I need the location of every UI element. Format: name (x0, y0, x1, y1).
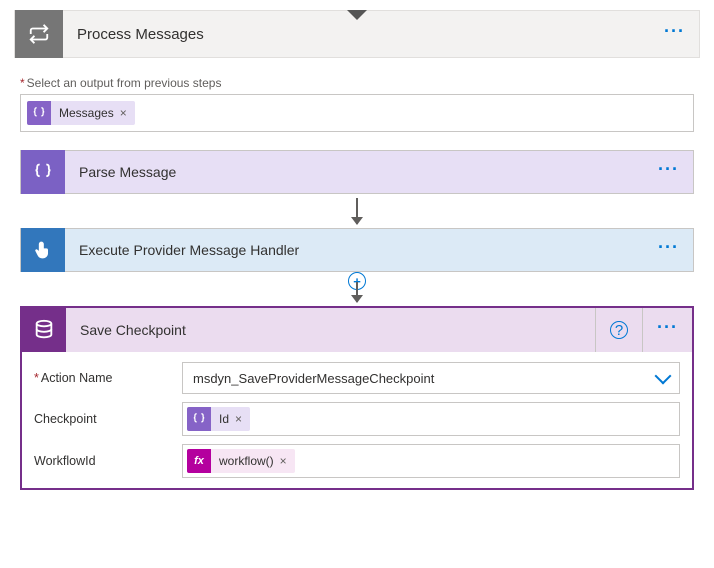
chevron-down-icon (655, 368, 672, 385)
execute-provider-title: Execute Provider Message Handler (65, 242, 644, 258)
execute-provider-step[interactable]: Execute Provider Message Handler ··· (20, 228, 694, 272)
braces-icon (27, 101, 51, 125)
output-label: *Select an output from previous steps (20, 76, 694, 90)
connector-arrow (20, 194, 694, 228)
workflowid-label: WorkflowId (34, 454, 182, 468)
loop-header: Process Messages ··· (14, 10, 700, 58)
messages-token[interactable]: Messages× (27, 101, 135, 125)
save-more-menu[interactable]: ··· (643, 318, 692, 336)
parse-message-step[interactable]: Parse Message ··· (20, 150, 694, 194)
help-icon[interactable]: ? (610, 321, 628, 339)
remove-token-icon[interactable]: × (280, 454, 287, 468)
fx-icon: fx (187, 449, 211, 473)
connector-arrow-with-add: + (20, 272, 694, 306)
remove-token-icon[interactable]: × (120, 106, 127, 120)
checkpoint-input[interactable]: Id× (182, 402, 680, 436)
collapse-triangle-icon (347, 10, 367, 20)
loop-more-menu[interactable]: ··· (650, 22, 699, 40)
save-checkpoint-body: *Action Name msdyn_SaveProviderMessageCh… (22, 352, 692, 488)
output-input[interactable]: Messages× (20, 94, 694, 132)
parse-message-title: Parse Message (65, 164, 644, 180)
database-icon (22, 308, 66, 352)
loop-icon (15, 10, 63, 58)
execute-more-menu[interactable]: ··· (644, 238, 693, 256)
parse-more-menu[interactable]: ··· (644, 160, 693, 178)
save-checkpoint-title: Save Checkpoint (66, 308, 596, 352)
id-token[interactable]: Id× (187, 407, 250, 431)
help-button-wrap: ? (596, 308, 643, 352)
workflow-fx-token[interactable]: fx workflow()× (187, 449, 295, 473)
remove-token-icon[interactable]: × (235, 412, 242, 426)
loop-body: *Select an output from previous steps Me… (14, 58, 700, 498)
checkpoint-label: Checkpoint (34, 412, 182, 426)
save-checkpoint-step: Save Checkpoint ? ··· *Action Name msdyn… (20, 306, 694, 490)
workflowid-input[interactable]: fx workflow()× (182, 444, 680, 478)
action-name-label: *Action Name (34, 371, 182, 385)
loop-title: Process Messages (63, 26, 650, 43)
save-checkpoint-header[interactable]: Save Checkpoint ? ··· (22, 308, 692, 352)
braces-icon (21, 150, 65, 194)
tap-icon (21, 228, 65, 272)
braces-icon (187, 407, 211, 431)
action-name-select[interactable]: msdyn_SaveProviderMessageCheckpoint (182, 362, 680, 394)
